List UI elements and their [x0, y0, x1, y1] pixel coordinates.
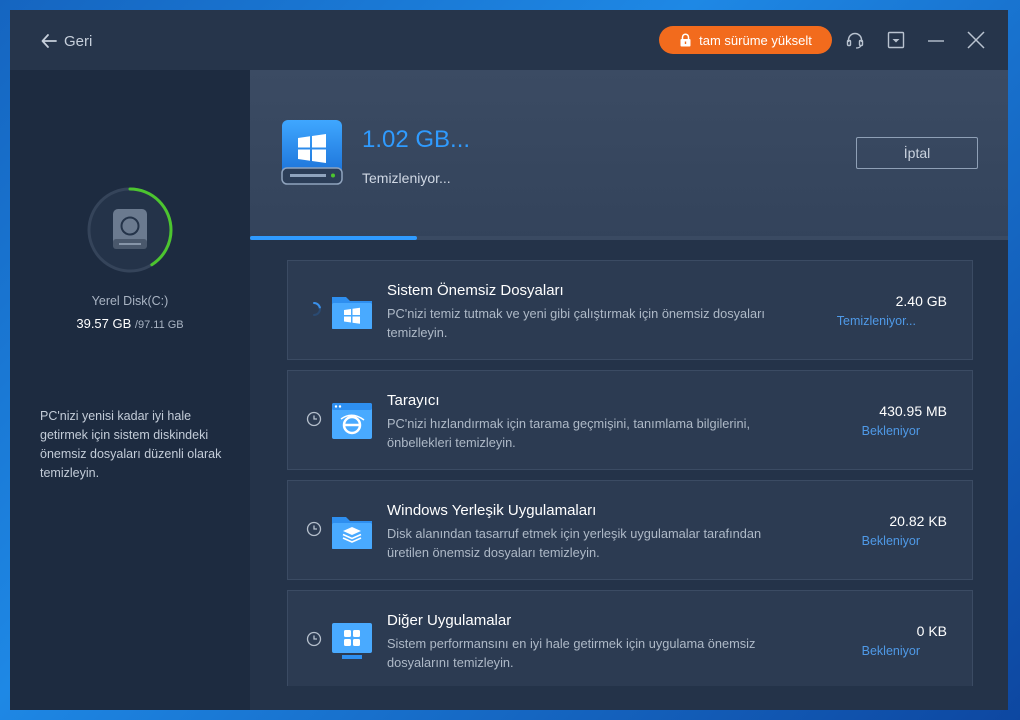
list-item[interactable]: Tarayıcı PC'nizi hızlandırmak için taram…	[287, 370, 973, 470]
disk-label: Yerel Disk(C:)	[91, 294, 169, 308]
item-size: 20.82 KB	[889, 513, 947, 529]
headset-icon	[846, 32, 864, 49]
item-size: 0 KB	[916, 623, 947, 639]
cancel-button[interactable]: İptal	[856, 137, 978, 169]
disk-usage: 39.57 GB /97.11 GB	[10, 316, 250, 331]
item-title: Tarayıcı	[387, 392, 440, 409]
sidebar-description: PC'nizi yenisi kadar iyi hale getirmek i…	[40, 409, 222, 480]
list-item[interactable]: Sistem Önemsiz Dosyaları PC'nizi temiz t…	[287, 260, 973, 360]
close-icon	[967, 31, 985, 49]
list-item[interactable]: Windows Yerleşik Uygulamaları Disk alanı…	[287, 480, 973, 580]
scan-header: 1.02 GB... Temizleniyor... İptal	[250, 70, 1008, 240]
clock-icon	[306, 631, 322, 647]
arrow-left-icon	[41, 34, 57, 48]
minimize-button[interactable]	[926, 30, 946, 50]
item-description: Disk alanından tasarruf etmek için yerle…	[387, 526, 762, 560]
item-size: 430.95 MB	[879, 403, 947, 419]
disk-usage-ring	[87, 187, 173, 273]
list-item[interactable]: Diğer Uygulamalar Sistem performansını e…	[287, 590, 973, 686]
windows-folder-icon	[332, 297, 372, 329]
item-status: Bekleniyor	[861, 534, 920, 548]
upgrade-button[interactable]: tam sürüme yükselt	[659, 26, 832, 54]
lock-icon	[680, 33, 691, 47]
app-window: Geri tam sürüme yükselt Yerel Disk(C:) 3…	[10, 10, 1008, 710]
windows-drive-icon	[281, 120, 343, 185]
minimize-icon	[928, 40, 944, 42]
browser-icon	[332, 403, 372, 439]
upgrade-label: tam sürüme yükselt	[699, 32, 812, 48]
clock-icon	[306, 411, 322, 427]
back-button[interactable]: Geri	[40, 30, 92, 52]
title-bar: Geri tam sürüme yükselt	[10, 10, 1008, 70]
cleaned-size: 1.02 GB...	[362, 126, 471, 153]
item-size: 2.40 GB	[895, 293, 947, 309]
monitor-apps-icon	[332, 623, 372, 659]
disk-used: 39.57 GB	[76, 316, 132, 331]
disk-total: /97.11 GB	[134, 319, 184, 331]
item-title: Windows Yerleşik Uygulamaları	[387, 502, 597, 519]
hard-drive-icon	[113, 209, 147, 249]
cleanup-list: Sistem Önemsiz Dosyaları PC'nizi temiz t…	[250, 240, 1008, 686]
item-description: Sistem performansını en iyi hale getirme…	[387, 636, 756, 670]
sidebar: Yerel Disk(C:) 39.57 GB /97.11 GB PC'niz…	[10, 70, 250, 710]
item-status: Temizleniyor...	[836, 314, 916, 328]
back-label: Geri	[64, 32, 93, 50]
apps-folder-icon	[332, 517, 372, 549]
clock-icon	[306, 521, 322, 537]
menu-button[interactable]	[886, 30, 906, 50]
item-status: Bekleniyor	[861, 424, 920, 438]
item-description: PC'nizi temiz tutmak ve yeni gibi çalışt…	[387, 306, 765, 340]
item-title: Sistem Önemsiz Dosyaları	[387, 282, 564, 299]
item-description: PC'nizi hızlandırmak için tarama geçmişi…	[387, 416, 751, 450]
support-button[interactable]	[845, 30, 865, 50]
item-title: Diğer Uygulamalar	[387, 612, 512, 629]
close-button[interactable]	[966, 30, 986, 50]
scan-status: Temizleniyor...	[362, 170, 451, 186]
dropdown-menu-icon	[887, 31, 905, 49]
spinner-icon	[313, 302, 321, 316]
item-status: Bekleniyor	[861, 644, 920, 658]
